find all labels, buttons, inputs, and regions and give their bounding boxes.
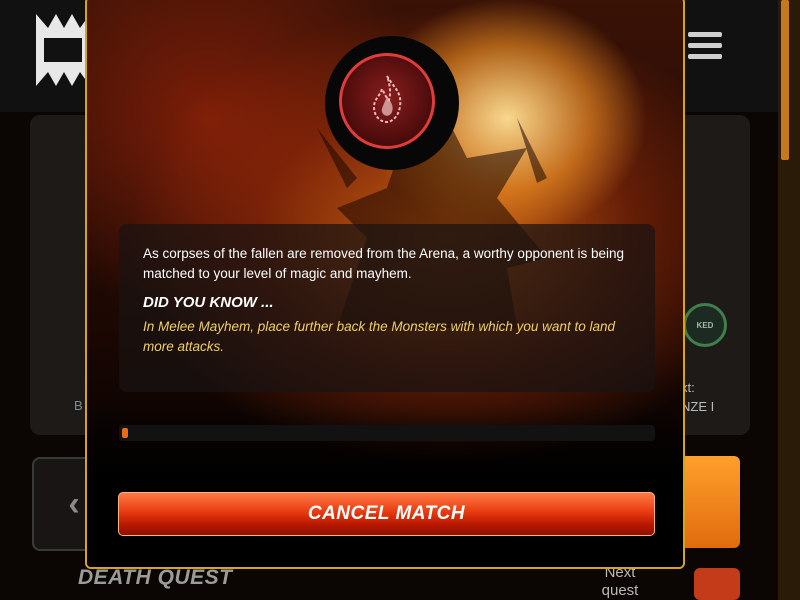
hamburger-menu-icon[interactable]: [688, 32, 722, 62]
flame-icon: [372, 75, 402, 124]
scrollbar-thumb[interactable]: [781, 0, 789, 160]
chevron-left-icon: ‹: [68, 484, 80, 523]
cancel-match-button[interactable]: CANCEL MATCH: [118, 492, 655, 536]
background-next-label: xt:: [681, 380, 695, 395]
background-next-value: NZE I: [681, 399, 715, 414]
progress-fill: [122, 428, 128, 438]
locked-badge: KED: [683, 303, 727, 347]
tip-text: In Melee Mayhem, place further back the …: [143, 319, 615, 354]
matching-info-box: As corpses of the fallen are removed fro…: [119, 224, 655, 392]
background-orange-button[interactable]: [680, 456, 740, 548]
matchmaking-progress-bar: [119, 425, 655, 441]
logo-icon: [36, 14, 90, 86]
splinter-emblem: [339, 53, 435, 149]
background-left-text: B: [74, 398, 83, 413]
death-quest-title: DEATH QUEST: [78, 566, 233, 589]
did-you-know-heading: DID YOU KNOW ...: [143, 294, 274, 311]
matching-status-text: As corpses of the fallen are removed fro…: [143, 246, 625, 281]
next-quest-label: Next quest: [601, 564, 639, 599]
background-next-text: xt: NZE I: [681, 378, 714, 416]
reward-chest-icon: [694, 568, 740, 600]
matchmaking-modal: As corpses of the fallen are removed fro…: [85, 0, 685, 569]
